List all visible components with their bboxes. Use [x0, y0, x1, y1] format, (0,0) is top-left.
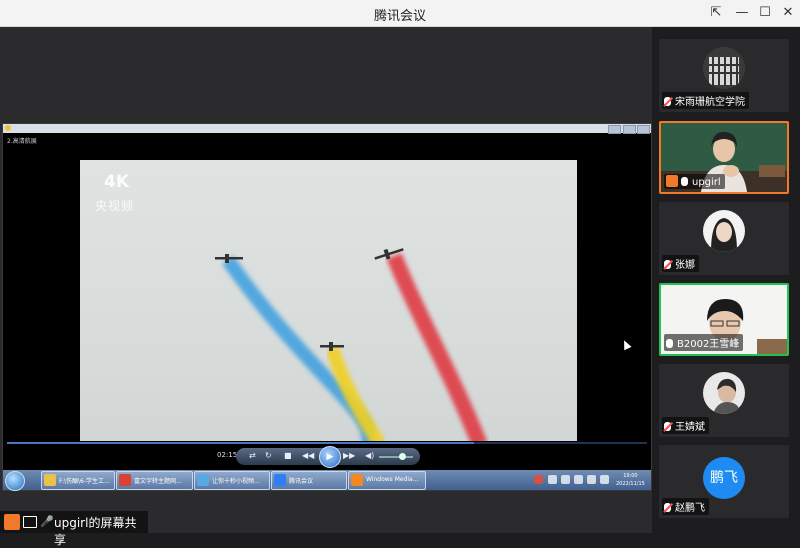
participant-name: 张娜: [662, 255, 699, 272]
media-player-window: 2.高清航展 4K 央视频 02:15 ⇄ ↻ ■ ◀◀ ▶ ▶▶ ◀) F:\…: [2, 123, 652, 491]
system-tray: 19:00 2022/11/15: [530, 471, 648, 489]
taskbar-item-label: 富文字转主题网...: [134, 478, 182, 485]
taskbar-item-label: 让你十秒小视频...: [212, 478, 260, 485]
tray-volume-icon[interactable]: [561, 475, 570, 484]
maximize-button[interactable]: ☐: [754, 3, 776, 23]
profile-photo: [703, 372, 745, 414]
mic-muted-icon: [664, 503, 671, 512]
participant-name: upgirl: [664, 174, 725, 189]
watermark-4k: 4K: [104, 172, 130, 192]
repeat-icon[interactable]: ↻: [265, 451, 272, 460]
participant-name: B2002王雪峰: [664, 334, 744, 351]
mic-muted-icon: [664, 97, 671, 106]
shared-screen-area: 2.高清航展 4K 央视频 02:15 ⇄ ↻ ■ ◀◀ ▶ ▶▶ ◀) F:\…: [0, 27, 652, 533]
taskbar-app-icon: [197, 474, 209, 486]
taskbar-item[interactable]: 腾讯会议: [271, 471, 347, 490]
clock-date: 2022/11/15: [616, 481, 645, 487]
video-frame: 4K 央视频: [80, 160, 577, 441]
blue-smoke-trail: [222, 255, 377, 441]
stop-icon[interactable]: ■: [284, 451, 292, 460]
player-restore-button[interactable]: [623, 125, 636, 134]
microphone-icon: 🎤: [40, 515, 54, 528]
tray-input-icon[interactable]: [600, 475, 609, 484]
clock-time: 19:00: [623, 473, 638, 479]
volume-icon[interactable]: ◀): [365, 451, 374, 460]
participant-tile[interactable]: 鹏飞 赵鹏飞: [659, 445, 789, 518]
participant-tile-speaking[interactable]: B2002王雪峰: [659, 283, 789, 356]
player-minimize-button[interactable]: [608, 125, 621, 134]
play-button[interactable]: ▶: [319, 446, 341, 468]
close-button[interactable]: ✕: [777, 3, 799, 23]
participant-name: 宋雨珊航空学院: [662, 92, 749, 109]
volume-knob[interactable]: [399, 453, 407, 460]
participant-tile[interactable]: 王婧斌: [659, 364, 789, 437]
mic-muted-icon: [664, 422, 671, 431]
taskbar-item[interactable]: Windows Media...: [348, 471, 426, 490]
player-app-icon: [5, 125, 11, 131]
control-bar: ⇄ ↻ ■ ◀◀ ▶ ▶▶ ◀): [236, 446, 420, 468]
participant-tile-host[interactable]: upgirl: [659, 121, 789, 194]
taskbar-app-icon: [44, 474, 56, 486]
participant-name: 赵鹏飞: [662, 498, 709, 515]
avatar: [703, 210, 745, 252]
next-icon[interactable]: ▶▶: [343, 451, 355, 460]
participant-tile[interactable]: 张娜: [659, 202, 789, 275]
airshow-scene: [215, 248, 488, 441]
shuffle-icon[interactable]: ⇄: [249, 451, 256, 460]
building-image: [703, 47, 745, 89]
taskbar-app-icon: [351, 474, 363, 486]
title-bar: 腾讯会议 ⇱ — ☐ ✕: [0, 0, 800, 27]
seek-bar[interactable]: [7, 442, 647, 444]
minimize-button[interactable]: —: [731, 3, 753, 23]
taskbar-item-label: 腾讯会议: [289, 478, 314, 485]
window-title: 腾讯会议: [373, 9, 426, 24]
taskbar-item[interactable]: 让你十秒小视频...: [194, 471, 270, 490]
player-titlebar: [3, 124, 651, 134]
taskbar-app-icon: [274, 474, 286, 486]
pin-icon[interactable]: ⇱: [705, 3, 727, 23]
taskbar-item-label: Windows Media...: [366, 476, 419, 483]
screen-share-icon: [23, 516, 37, 528]
avatar: [703, 47, 745, 89]
tray-flag-icon[interactable]: [587, 475, 596, 484]
tray-battery-icon[interactable]: [574, 475, 583, 484]
volume-slider[interactable]: [379, 453, 413, 460]
taskbar-clock[interactable]: 19:00 2022/11/15: [616, 472, 645, 488]
host-icon: [4, 514, 20, 530]
participant-sidebar: 宋雨珊航空学院 upgirl 张娜 B2002王雪峰 王婧斌 鹏飞 赵鹏飞: [652, 27, 800, 533]
tray-network-icon[interactable]: [548, 475, 557, 484]
current-time: 02:15: [217, 451, 238, 459]
red-smoke-trail: [386, 252, 488, 441]
seek-bar-fill: [7, 442, 475, 444]
windows-taskbar: F:\伤酗\6-学生工... 富文字转主题网... 让你十秒小视频... 腾讯会议 Wi…: [3, 470, 651, 491]
mic-on-icon: [681, 177, 688, 186]
player-close-button[interactable]: [637, 125, 650, 134]
taskbar-item[interactable]: 富文字转主题网...: [116, 471, 193, 490]
participant-name: 王婧斌: [662, 417, 709, 434]
avatar: [703, 372, 745, 414]
host-badge-icon: [666, 175, 678, 187]
mic-on-icon: [666, 339, 673, 348]
previous-icon[interactable]: ◀◀: [302, 451, 314, 460]
aircraft-center: [320, 342, 344, 351]
player-file-name: 2.高清航展: [7, 138, 37, 145]
avatar-initials: 鹏飞: [703, 457, 745, 499]
mic-muted-icon: [664, 260, 671, 269]
profile-photo: [703, 210, 745, 252]
taskbar-item[interactable]: F:\伤酗\6-学生工...: [41, 471, 115, 490]
taskbar-app-icon: [119, 474, 131, 486]
player-controls: 02:15 ⇄ ↻ ■ ◀◀ ▶ ▶▶ ◀): [3, 446, 651, 468]
screen-share-status: 🎤 upgirl的屏幕共享: [0, 511, 148, 547]
start-button[interactable]: [5, 471, 25, 491]
participant-tile[interactable]: 宋雨珊航空学院: [659, 39, 789, 112]
watermark-channel: 央视频: [95, 199, 135, 213]
tray-app-icon[interactable]: [534, 475, 543, 484]
screen-share-label: upgirl的屏幕共享: [54, 516, 137, 547]
aircraft-left: [215, 254, 243, 263]
taskbar-item-label: F:\伤酗\6-学生工...: [59, 478, 110, 485]
